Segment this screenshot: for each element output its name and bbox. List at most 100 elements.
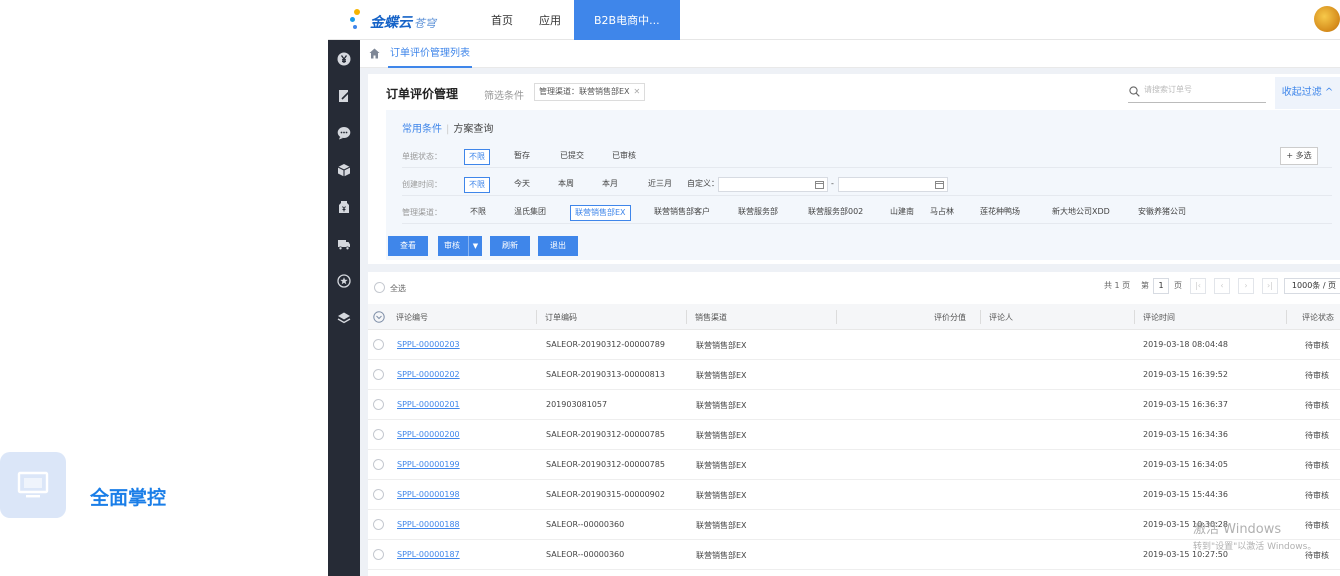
channel-option[interactable]: 联营销售部客户 — [654, 205, 710, 221]
channel-option[interactable]: 联营服务部002 — [808, 205, 863, 221]
page-size-select[interactable]: 1000条 / 页 — [1284, 278, 1340, 294]
star-icon[interactable] — [337, 274, 351, 288]
document-edit-icon[interactable] — [337, 89, 351, 103]
exit-button[interactable]: 退出 — [538, 236, 578, 256]
collapse-filter-button[interactable]: 收起过滤 ^ — [1275, 77, 1340, 109]
table-row[interactable]: SPPL-00000200 SALEOR-20190312-00000785 联… — [368, 420, 1340, 450]
channel-option[interactable]: 安徽养猪公司 — [1138, 205, 1186, 221]
prev-page-icon[interactable]: ‹ — [1214, 278, 1230, 294]
column-header[interactable]: 评论人 — [989, 312, 1013, 323]
review-code-link[interactable]: SPPL-00000202 — [397, 370, 460, 379]
table-row[interactable]: SPPL-00000201 201903081057 联营销售部EX 2019-… — [368, 390, 1340, 420]
review-code-link[interactable]: SPPL-00000200 — [397, 430, 460, 439]
column-header[interactable]: 评价分值 — [934, 312, 966, 323]
next-page-icon[interactable]: › — [1238, 278, 1254, 294]
truck-icon[interactable] — [337, 237, 351, 251]
search-input[interactable] — [1144, 85, 1262, 94]
created-option[interactable]: 本周 — [558, 177, 574, 193]
status-option[interactable]: 已审核 — [612, 149, 636, 165]
created-option[interactable]: 自定义： — [687, 177, 719, 193]
row-select-radio[interactable] — [373, 429, 384, 440]
review-code-link[interactable]: SPPL-00000199 — [397, 460, 460, 469]
nav-b2b[interactable]: B2B电商中... — [574, 0, 680, 40]
tab-common-conditions[interactable]: 常用条件 — [402, 124, 442, 135]
row-select-radio[interactable] — [373, 519, 384, 530]
select-all-label: 全选 — [390, 284, 406, 293]
app-window: 金蝶云 苍穹 首页 应用 B2B电商中... 订单评价管理列表 订单评价管理 筛选… — [328, 0, 1340, 576]
close-icon[interactable]: ✕ — [634, 87, 641, 96]
channel-option[interactable]: 山建南 — [890, 205, 914, 221]
first-page-icon[interactable]: |‹ — [1190, 278, 1206, 294]
logo-text: 金蝶云 苍穹 — [370, 15, 436, 31]
created-option[interactable]: 不限 — [464, 177, 490, 193]
channel-option[interactable]: 联营服务部 — [738, 205, 778, 221]
column-header[interactable]: 订单编码 — [545, 312, 577, 323]
table-row[interactable]: SPPL-00000198 SALEOR-20190315-00000902 联… — [368, 480, 1340, 510]
calendar-icon — [935, 181, 944, 189]
table-row[interactable]: SPPL-00000202 SALEOR-20190313-00000813 联… — [368, 360, 1340, 390]
column-header[interactable]: 评论状态 — [1302, 312, 1334, 323]
chat-icon[interactable] — [337, 126, 351, 140]
audit-button[interactable]: 审核 ▼ — [438, 236, 482, 256]
nav-apps[interactable]: 应用 — [526, 0, 574, 40]
sales-channel: 联营销售部EX — [696, 491, 747, 500]
channel-option[interactable]: 新大地公司XDD — [1052, 205, 1110, 221]
row-select-radio[interactable] — [373, 399, 384, 410]
tab-bar: 订单评价管理列表 — [360, 40, 1340, 68]
sales-channel: 联营销售部EX — [696, 461, 747, 470]
table-row[interactable]: SPPL-00000199 SALEOR-20190312-00000785 联… — [368, 450, 1340, 480]
box-icon[interactable] — [337, 163, 351, 177]
column-header[interactable]: 评论编号 — [396, 312, 428, 323]
review-code-link[interactable]: SPPL-00000187 — [397, 550, 460, 559]
review-code-link[interactable]: SPPL-00000203 — [397, 340, 460, 349]
table-row[interactable]: SPPL-00000203 SALEOR-20190312-00000789 联… — [368, 330, 1340, 360]
created-option[interactable]: 今天 — [514, 177, 530, 193]
last-page-icon[interactable]: ›| — [1262, 278, 1278, 294]
sales-channel: 联营销售部EX — [696, 431, 747, 440]
layers-icon[interactable] — [337, 311, 351, 325]
refresh-button[interactable]: 刷新 — [490, 236, 530, 256]
page-number-input[interactable]: 1 — [1153, 278, 1169, 294]
channel-option[interactable]: 莲花种鸭场 — [980, 205, 1020, 221]
row-select-radio[interactable] — [373, 459, 384, 470]
review-code-link[interactable]: SPPL-00000188 — [397, 520, 460, 529]
status-option[interactable]: 已提交 — [560, 149, 584, 165]
channel-option[interactable]: 不限 — [470, 205, 486, 221]
channel-option[interactable]: 温氏集团 — [514, 205, 546, 221]
start-date-input[interactable] — [718, 177, 828, 192]
channel-option[interactable]: 联营销售部EX — [570, 205, 631, 221]
review-time: 2019-03-15 15:44:36 — [1143, 490, 1228, 499]
home-icon[interactable] — [369, 48, 380, 59]
review-code-link[interactable]: SPPL-00000201 — [397, 400, 460, 409]
top-bar: 金蝶云 苍穹 首页 应用 B2B电商中... — [328, 0, 1340, 40]
row-select-radio[interactable] — [373, 369, 384, 380]
price-tag-icon[interactable] — [337, 200, 351, 214]
row-select-radio[interactable] — [373, 339, 384, 350]
status-option[interactable]: 暂存 — [514, 149, 530, 165]
select-all-radio[interactable] — [374, 282, 385, 293]
avatar[interactable] — [1314, 6, 1340, 32]
tab-order-review-list[interactable]: 订单评价管理列表 — [388, 40, 472, 68]
row-select-radio[interactable] — [373, 489, 384, 500]
table-header: 评论编号 订单编码 销售渠道 评价分值 评论人 评论时间 评论状态 — [368, 304, 1340, 330]
nav-home[interactable]: 首页 — [478, 0, 526, 40]
view-button[interactable]: 查看 — [388, 236, 428, 256]
channel-row: 管理渠道： 不限 温氏集团 联营销售部EX 联营销售部客户 联营服务部 联营服务… — [402, 200, 1332, 224]
review-code-link[interactable]: SPPL-00000198 — [397, 490, 460, 499]
currency-icon[interactable] — [337, 52, 351, 66]
channel-option[interactable]: 马占林 — [930, 205, 954, 221]
created-option[interactable]: 本月 — [602, 177, 618, 193]
filter-tag[interactable]: 管理渠道：联营销售部EX ✕ — [534, 83, 646, 101]
column-header[interactable]: 评论时间 — [1143, 312, 1175, 323]
column-settings-icon[interactable] — [373, 311, 385, 323]
chevron-down-icon[interactable]: ▼ — [468, 236, 482, 256]
created-option[interactable]: 近三月 — [648, 177, 672, 193]
pager-prefix: 第 — [1141, 281, 1149, 290]
status-option[interactable]: 不限 — [464, 149, 490, 165]
end-date-input[interactable] — [838, 177, 948, 192]
tab-scheme-query[interactable]: 方案查询 — [453, 124, 493, 135]
multi-select-button[interactable]: + 多选 — [1280, 147, 1318, 165]
column-header[interactable]: 销售渠道 — [695, 312, 727, 323]
calendar-icon — [815, 181, 824, 189]
row-select-radio[interactable] — [373, 549, 384, 560]
